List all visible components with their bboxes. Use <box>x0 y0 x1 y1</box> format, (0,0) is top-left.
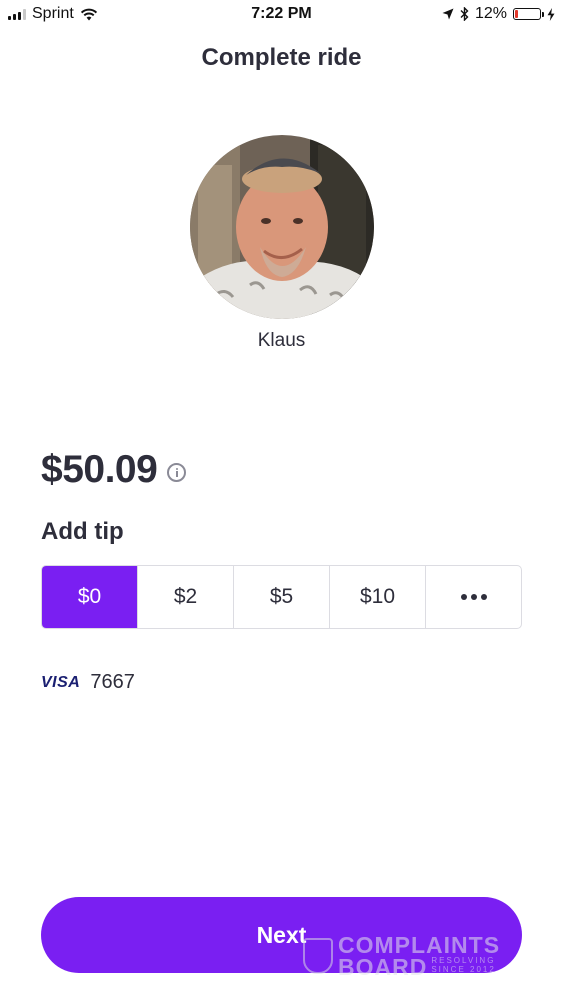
status-right: 12% <box>442 5 555 23</box>
payment-method[interactable]: VISA 7667 <box>41 671 135 694</box>
battery-level <box>515 10 518 18</box>
tip-option-10[interactable]: $10 <box>330 566 426 628</box>
next-button[interactable]: Next <box>41 897 522 973</box>
page-title: Complete ride <box>201 44 362 71</box>
tip-heading: Add tip <box>41 518 124 545</box>
bluetooth-icon <box>460 7 469 21</box>
card-last4: 7667 <box>90 671 135 693</box>
tip-option-5[interactable]: $5 <box>234 566 330 628</box>
battery-icon <box>513 8 544 20</box>
driver-photo-icon <box>190 135 374 319</box>
status-bar: Sprint 7:22 PM 12% <box>0 0 563 30</box>
tip-option-2[interactable]: $2 <box>138 566 234 628</box>
driver-avatar <box>190 135 374 319</box>
location-arrow-icon <box>442 8 454 20</box>
battery-percent: 12% <box>474 5 507 22</box>
fare-row: $50.09 <box>41 448 187 492</box>
charging-bolt-icon <box>547 7 555 21</box>
fare-amount: $50.09 <box>41 448 158 491</box>
info-icon[interactable] <box>167 462 187 482</box>
tip-option-0[interactable]: $0 <box>42 566 138 628</box>
tip-more-button[interactable] <box>426 566 521 628</box>
visa-logo: VISA <box>41 673 81 691</box>
driver-name: Klaus <box>257 330 306 351</box>
more-options-icon <box>460 594 487 600</box>
tip-options: $0 $2 $5 $10 <box>41 565 522 629</box>
